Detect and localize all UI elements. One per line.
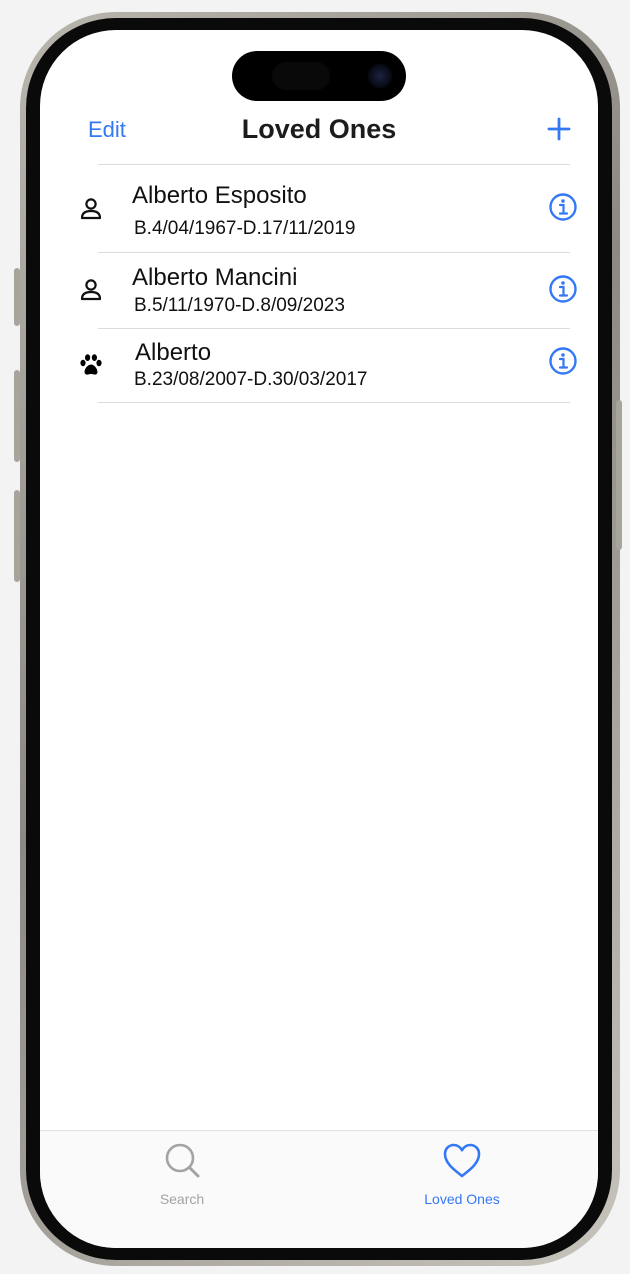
tab-label: Search [159,1191,205,1207]
list-divider [98,402,570,403]
tab-loved-ones[interactable]: Loved Ones [392,1141,532,1211]
list-item[interactable]: Alberto Esposito B.4/04/1967-D.17/11/201… [40,164,598,252]
plus-icon [547,117,571,141]
tab-bar: Search Loved Ones [40,1130,598,1248]
volume-down-button [14,490,20,582]
person-icon [80,279,102,301]
volume-up-button [14,370,20,462]
info-icon[interactable] [548,274,578,304]
camera-lens [368,64,392,88]
list-item[interactable]: Alberto Mancini B.5/11/1970-D.8/09/2023 [40,252,598,328]
navigation-bar: Edit Loved Ones [40,108,598,164]
heart-icon [443,1143,481,1178]
info-icon[interactable] [548,192,578,222]
action-button [14,268,20,326]
info-icon[interactable] [548,346,578,376]
paw-icon [80,354,102,375]
add-button[interactable] [544,114,574,144]
loved-one-dates: B.4/04/1967-D.17/11/2019 [134,218,356,239]
tab-search[interactable]: Search [112,1141,252,1211]
list-item[interactable]: Alberto B.23/08/2007-D.30/03/2017 [40,328,598,402]
search-icon [165,1143,200,1178]
loved-one-dates: B.5/11/1970-D.8/09/2023 [134,295,345,316]
person-icon [80,198,102,220]
power-button [616,400,622,550]
loved-one-name: Alberto [135,339,212,366]
loved-one-name: Alberto Mancini [132,264,298,291]
dynamic-island [232,51,406,101]
tab-label: Loved Ones [424,1191,500,1207]
loved-one-name: Alberto Esposito [132,182,307,209]
sensor [272,62,330,90]
loved-one-dates: B.23/08/2007-D.30/03/2017 [134,369,368,390]
app-screen: Edit Loved Ones Alberto Esposito B.4/04/… [40,30,598,1248]
page-title: Loved Ones [241,114,397,144]
